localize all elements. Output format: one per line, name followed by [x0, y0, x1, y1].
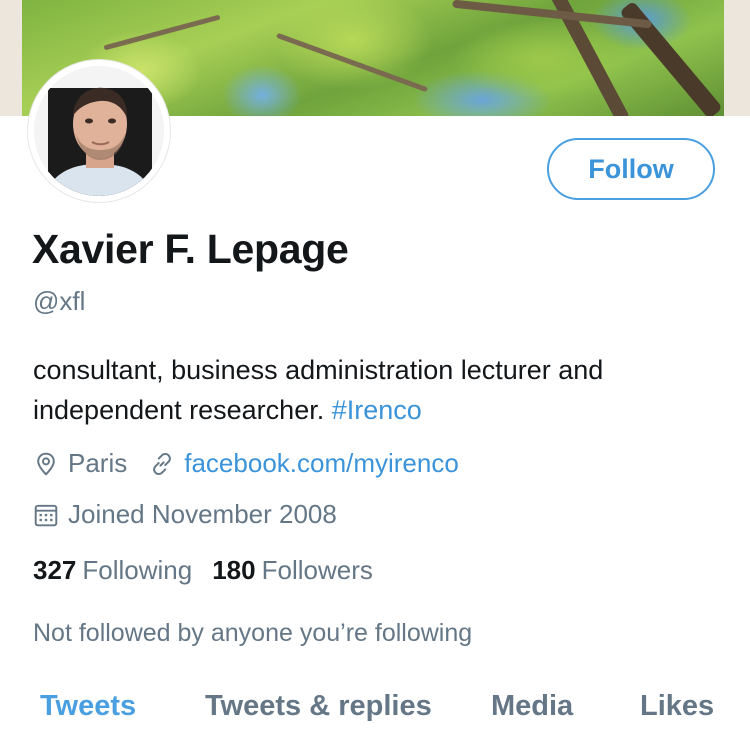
avatar[interactable]: [28, 60, 170, 202]
follow-button[interactable]: Follow: [547, 138, 715, 200]
profile-name: Xavier F. Lepage: [32, 226, 349, 272]
location-pin-icon: [37, 452, 55, 476]
followers-label: Followers: [261, 555, 373, 585]
following-stat[interactable]: 327 Following: [33, 555, 192, 586]
bio-hashtag-link[interactable]: #Irenco: [332, 395, 422, 425]
profile-tabs: Tweets Tweets & replies Media Likes: [0, 690, 750, 730]
joined-item: Joined November 2008: [33, 499, 337, 530]
profile-stats: 327 Following 180 Followers: [33, 555, 393, 586]
calendar-icon: [34, 504, 58, 526]
tab-media[interactable]: Media: [491, 690, 573, 723]
tab-tweets[interactable]: Tweets: [40, 690, 136, 723]
following-label: Following: [82, 555, 193, 585]
website-link[interactable]: facebook.com/myirenco: [184, 448, 459, 479]
location-text: Paris: [68, 448, 128, 478]
followers-stat[interactable]: 180 Followers: [212, 555, 373, 586]
tab-tweets-and-replies[interactable]: Tweets & replies: [205, 690, 432, 723]
tab-likes[interactable]: Likes: [640, 690, 714, 723]
following-count: 327: [33, 555, 77, 585]
location-item: Paris: [33, 448, 127, 479]
website-item[interactable]: facebook.com/myirenco: [149, 448, 459, 479]
profile-bio: consultant, business administration lect…: [33, 350, 713, 430]
joined-text: Joined November 2008: [68, 499, 337, 529]
not-followed-notice: Not followed by anyone you’re following: [33, 619, 473, 647]
joined-row: Joined November 2008: [33, 499, 337, 530]
avatar-photo: [34, 66, 164, 196]
profile-meta-row: Paris facebook.com/myirenco: [33, 448, 459, 479]
link-icon: [153, 452, 172, 475]
bio-text: consultant, business administration lect…: [33, 355, 604, 425]
followers-count: 180: [212, 555, 256, 585]
profile-handle: @xfl: [33, 286, 86, 316]
